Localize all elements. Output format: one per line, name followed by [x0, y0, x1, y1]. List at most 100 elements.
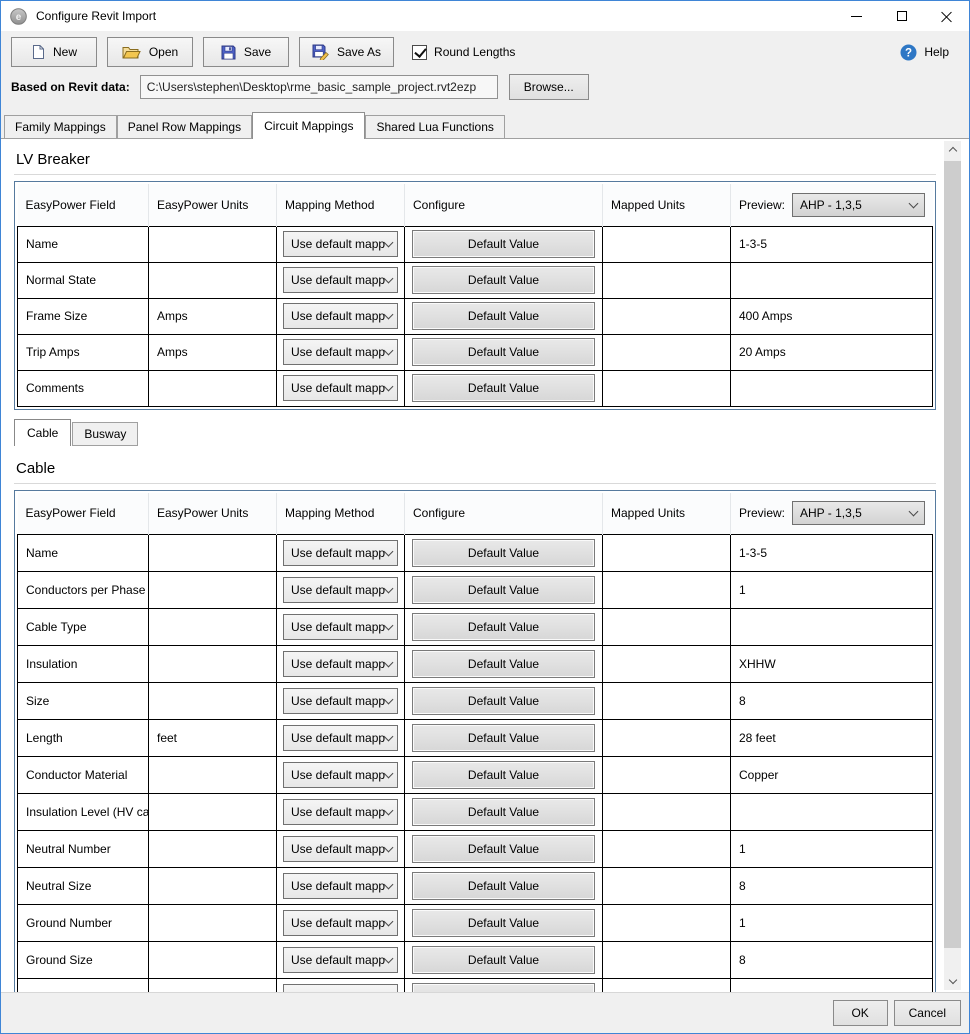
- toolbar: New Open Save: [1, 31, 969, 72]
- default-value-button[interactable]: Default Value: [412, 266, 595, 294]
- close-button[interactable]: [924, 1, 969, 31]
- col-preview: Preview: AHP - 1,3,5: [731, 493, 933, 535]
- default-value-button[interactable]: Default Value: [412, 613, 595, 641]
- round-lengths-option[interactable]: Round Lengths: [412, 45, 515, 60]
- default-value-button[interactable]: Default Value: [412, 650, 595, 678]
- default-value-button[interactable]: Default Value: [412, 539, 595, 567]
- mapping-method-dropdown[interactable]: Use default mapp: [283, 947, 398, 973]
- cable-table: EasyPower Field EasyPower Units Mapping …: [17, 493, 933, 993]
- default-value-button[interactable]: Default Value: [412, 983, 595, 992]
- mapping-method-cell: Use default mapp: [277, 794, 405, 831]
- round-lengths-checkbox[interactable]: [412, 45, 427, 60]
- help-link[interactable]: ? Help: [900, 44, 949, 61]
- default-value-button[interactable]: Default Value: [412, 909, 595, 937]
- units-cell: [149, 683, 277, 720]
- mapped-units-cell: [603, 572, 731, 609]
- preview-dropdown[interactable]: AHP - 1,3,5: [792, 193, 924, 217]
- save-button[interactable]: Save: [203, 37, 289, 67]
- default-value-button[interactable]: Default Value: [412, 374, 595, 402]
- browse-button[interactable]: Browse...: [509, 74, 589, 100]
- mapping-method-value: Use default mapp: [291, 990, 385, 992]
- mapping-method-dropdown[interactable]: Use default mapp: [283, 836, 398, 862]
- units-cell: [149, 370, 277, 406]
- mapping-method-dropdown[interactable]: Use default mapp: [283, 614, 398, 640]
- mapping-method-dropdown[interactable]: Use default mapp: [283, 267, 398, 293]
- tab-circuit-mappings[interactable]: Circuit Mappings: [252, 112, 365, 139]
- preview-cell: 1-3-5: [731, 535, 933, 572]
- save-floppy-icon: [221, 45, 236, 60]
- col-configure: Configure: [405, 493, 603, 535]
- mapping-method-dropdown[interactable]: Use default mapp: [283, 577, 398, 603]
- default-value-button[interactable]: Default Value: [412, 946, 595, 974]
- mapping-method-dropdown[interactable]: Use default mapp: [283, 725, 398, 751]
- default-value-button[interactable]: Default Value: [412, 835, 595, 863]
- circuit-type-subtabs: Cable Busway: [14, 420, 936, 446]
- default-value-button[interactable]: Default Value: [412, 302, 595, 330]
- mapping-method-dropdown[interactable]: Use default mapp: [283, 375, 398, 401]
- chevron-down-icon: [384, 346, 394, 356]
- preview-cell: [731, 609, 933, 646]
- revit-data-path-input[interactable]: [140, 75, 498, 99]
- save-as-button[interactable]: Save As: [299, 37, 394, 67]
- configure-cell: Default Value: [405, 262, 603, 298]
- chevron-down-icon: [384, 274, 394, 284]
- default-value-button[interactable]: Default Value: [412, 761, 595, 789]
- tab-panel-row-mappings[interactable]: Panel Row Mappings: [117, 115, 252, 138]
- cable-section-title: Cable: [14, 448, 936, 484]
- scrollbar-thumb[interactable]: [944, 161, 961, 948]
- default-value-button[interactable]: Default Value: [412, 576, 595, 604]
- mapping-method-dropdown[interactable]: Use default mapp: [283, 651, 398, 677]
- configure-cell: Default Value: [405, 226, 603, 262]
- mapping-method-dropdown[interactable]: Use default mapp: [283, 873, 398, 899]
- titlebar: e Configure Revit Import: [1, 1, 969, 31]
- scroll-up-button[interactable]: [944, 141, 961, 158]
- mapping-method-dropdown[interactable]: Use default mapp: [283, 303, 398, 329]
- lv-breaker-rows: NameUse default mappDefault Value1-3-5No…: [18, 226, 933, 406]
- default-value-button[interactable]: Default Value: [412, 798, 595, 826]
- mapping-method-cell: Use default mapp: [277, 831, 405, 868]
- subtab-busway[interactable]: Busway: [72, 422, 138, 446]
- default-value-button[interactable]: Default Value: [412, 724, 595, 752]
- field-cell: Size: [18, 683, 149, 720]
- preview-cell: [731, 794, 933, 831]
- mapping-method-dropdown[interactable]: Use default mapp: [283, 910, 398, 936]
- round-lengths-label: Round Lengths: [434, 45, 515, 59]
- default-value-button[interactable]: Default Value: [412, 687, 595, 715]
- mapping-method-dropdown[interactable]: Use default mapp: [283, 984, 398, 992]
- maximize-button[interactable]: [879, 1, 924, 31]
- mapping-method-dropdown[interactable]: Use default mapp: [283, 799, 398, 825]
- preview-dropdown[interactable]: AHP - 1,3,5: [792, 501, 924, 525]
- command-area: New Open Save: [1, 31, 969, 139]
- tab-family-mappings[interactable]: Family Mappings: [4, 115, 117, 138]
- mapping-method-dropdown[interactable]: Use default mapp: [283, 231, 398, 257]
- mapping-method-dropdown[interactable]: Use default mapp: [283, 540, 398, 566]
- mapping-method-dropdown[interactable]: Use default mapp: [283, 339, 398, 365]
- mapped-units-cell: [603, 370, 731, 406]
- preview-cell: 28 feet: [731, 720, 933, 757]
- col-easypower-units: EasyPower Units: [149, 493, 277, 535]
- mapping-method-dropdown[interactable]: Use default mapp: [283, 688, 398, 714]
- mapping-method-dropdown[interactable]: Use default mapp: [283, 762, 398, 788]
- col-mapping-method: Mapping Method: [277, 493, 405, 535]
- open-button[interactable]: Open: [107, 37, 193, 67]
- scroll-down-button[interactable]: [944, 973, 961, 990]
- default-value-button[interactable]: Default Value: [412, 338, 595, 366]
- chevron-down-icon: [948, 976, 956, 984]
- vertical-scrollbar[interactable]: [944, 141, 961, 990]
- configure-cell: Default Value: [405, 905, 603, 942]
- chevron-down-icon: [384, 658, 394, 668]
- default-value-button[interactable]: Default Value: [412, 872, 595, 900]
- field-cell: Raceway Material: [18, 979, 149, 993]
- tab-shared-lua-functions[interactable]: Shared Lua Functions: [365, 115, 504, 138]
- cancel-button[interactable]: Cancel: [894, 1000, 961, 1026]
- field-cell: Name: [18, 226, 149, 262]
- new-button[interactable]: New: [11, 37, 97, 67]
- preview-label: Preview:: [739, 506, 785, 520]
- default-value-button[interactable]: Default Value: [412, 230, 595, 258]
- ok-button[interactable]: OK: [833, 1000, 888, 1026]
- table-row: Neutral NumberUse default mappDefault Va…: [18, 831, 933, 868]
- maximize-icon: [897, 11, 907, 21]
- mapping-method-cell: Use default mapp: [277, 262, 405, 298]
- minimize-button[interactable]: [834, 1, 879, 31]
- subtab-cable[interactable]: Cable: [14, 419, 71, 446]
